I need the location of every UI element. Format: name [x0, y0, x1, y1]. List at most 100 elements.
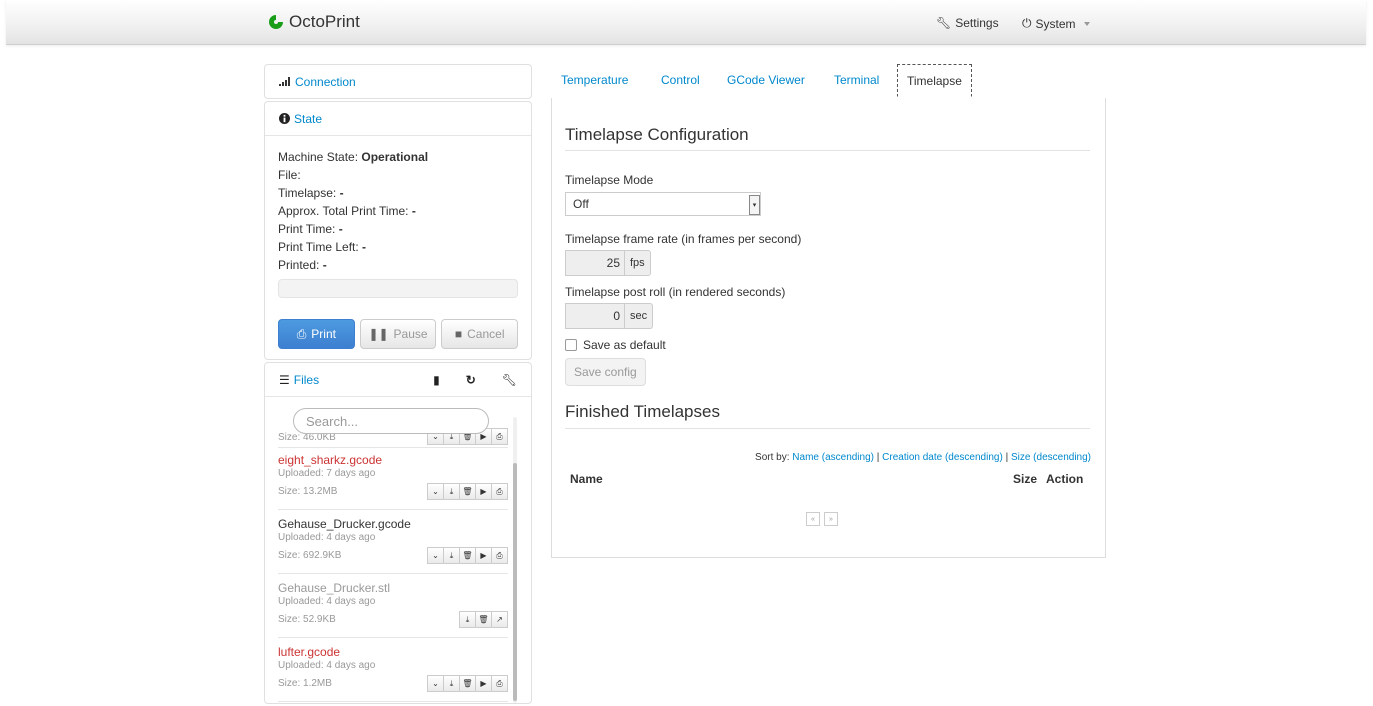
select-icon[interactable]: ⌄ [427, 675, 444, 692]
print-progress-bar [278, 279, 518, 298]
tab-temperature[interactable]: Temperature [561, 73, 628, 87]
connection-label: Connection [295, 74, 356, 89]
select-icon[interactable]: ⌄ [427, 547, 444, 564]
mode-label: Timelapse Mode [565, 173, 654, 187]
file-actions: ⤓ 🗑︎ ↗ [459, 611, 508, 628]
navbar: OctoPrint 🔧︎ Settings ⏻ System [6, 0, 1366, 45]
col-action: Action [1046, 472, 1084, 486]
caret-down-icon [1083, 22, 1090, 26]
postroll-label: Timelapse post roll (in rendered seconds… [565, 285, 786, 299]
files-panel: ☰ Files ▮ ↻ 🔧︎ Search... Size: 46.0KB ⌄ … [264, 362, 532, 704]
download-icon[interactable]: ⤓ [443, 483, 460, 500]
file-item[interactable]: eight_sharkz.gcode Uploaded: 7 days ago … [278, 449, 508, 510]
trash-icon[interactable]: 🗑︎ [475, 611, 492, 628]
download-icon[interactable]: ⤓ [443, 547, 460, 564]
print-icon[interactable]: ⎙ [491, 428, 508, 445]
files-heading: ☰ Files ▮ ↻ 🔧︎ [265, 363, 531, 396]
connection-panel: Connection [264, 64, 532, 99]
save-config-button[interactable]: Save config [565, 358, 646, 386]
file-actions: ⌄ ⤓ 🗑︎ ▶ ⎙ [427, 483, 508, 500]
wrench-icon: 🔧︎ [936, 16, 952, 30]
fps-input[interactable]: 25 [565, 250, 625, 276]
files-title[interactable]: ☰ Files [279, 373, 319, 387]
state-line-approx-time: Approx. Total Print Time: - [278, 204, 416, 218]
state-line-machine: Machine State: Operational [278, 150, 429, 164]
divider [565, 428, 1090, 429]
postroll-unit: sec [625, 303, 654, 329]
sidebar: Connection State Machine State: Operatio… [264, 64, 532, 706]
tab-control[interactable]: Control [661, 73, 700, 87]
pager-prev-button[interactable]: « [806, 512, 820, 526]
fps-input-group: 25 fps [565, 250, 651, 276]
settings-menu[interactable]: 🔧︎ Settings [936, 16, 999, 30]
state-line-time-left: Print Time Left: - [278, 240, 367, 254]
print-icon[interactable]: ⎙ [491, 483, 508, 500]
system-label: System [1035, 16, 1076, 31]
file-actions: ⌄ ⤓ 🗑︎ ▶ ⎙ [427, 547, 508, 564]
pause-button[interactable]: ❚❚ Pause [359, 319, 437, 349]
stop-icon: ■ [454, 327, 463, 341]
state-line-printed: Printed: - [278, 258, 327, 272]
cancel-button[interactable]: ■ Cancel [441, 319, 519, 349]
print-button[interactable]: ⎙ Print [278, 319, 355, 349]
state-line-file: File: [278, 168, 301, 182]
print-icon[interactable]: ⎙ [491, 547, 508, 564]
dropdown-arrow-icon: ▾ [749, 195, 760, 215]
settings-label: Settings [955, 16, 999, 30]
search-input[interactable]: Search... [293, 408, 489, 434]
postroll-input-group: 0 sec [565, 303, 654, 329]
list-icon: ☰ [279, 372, 290, 387]
info-circle-icon [279, 113, 290, 124]
sort-date-link[interactable]: Creation date (descending) [882, 452, 1003, 463]
scrollbar-thumb[interactable] [513, 463, 517, 701]
print-icon[interactable]: ⎙ [491, 675, 508, 692]
sort-by: Sort by: Name (ascending) | Creation dat… [755, 452, 1091, 463]
tab-timelapse[interactable]: Timelapse [897, 64, 972, 97]
state-body: Machine State: Operational File: Timelap… [265, 135, 531, 359]
mode-select[interactable]: Off ▾ [565, 192, 761, 216]
select-icon[interactable]: ⌄ [427, 483, 444, 500]
wrench-icon[interactable]: 🔧︎ [502, 373, 517, 387]
postroll-input[interactable]: 0 [565, 303, 625, 329]
folder-icon[interactable]: ▶ [475, 675, 492, 692]
files-list: Search... Size: 46.0KB ⌄ ⤓ 🗑︎ ▶ ⎙ eight_… [265, 396, 531, 703]
sort-size-link[interactable]: Size (descending) [1011, 452, 1091, 463]
print-icon: ⎙ [296, 327, 307, 341]
refresh-icon[interactable]: ↻ [466, 373, 476, 387]
fps-label: Timelapse frame rate (in frames per seco… [565, 232, 802, 246]
trash-icon[interactable]: 🗑︎ [459, 547, 476, 564]
file-item[interactable]: lufter.gcode Uploaded: 4 days ago Size: … [278, 639, 508, 702]
file-actions: ⌄ ⤓ 🗑︎ ▶ ⎙ [427, 675, 508, 692]
sort-name-link[interactable]: Name (ascending) [792, 452, 874, 463]
signal-icon [279, 77, 290, 86]
file-item[interactable]: Gehause_Drucker.gcode Uploaded: 4 days a… [278, 511, 508, 574]
trash-icon[interactable]: 🗑︎ [459, 675, 476, 692]
tab-terminal[interactable]: Terminal [834, 73, 879, 87]
file-upload-icon[interactable]: ▮ [433, 373, 440, 387]
download-icon[interactable]: ⤓ [443, 675, 460, 692]
folder-icon[interactable]: ▶ [475, 547, 492, 564]
connection-heading[interactable]: Connection [265, 65, 531, 98]
finished-title: Finished Timelapses [565, 402, 720, 421]
fps-unit: fps [625, 250, 651, 276]
timelapse-panel: Timelapse Configuration Timelapse Mode O… [551, 98, 1106, 558]
pager-next-button[interactable]: » [824, 512, 838, 526]
trash-icon[interactable]: 🗑︎ [459, 483, 476, 500]
system-menu[interactable]: ⏻ System [1022, 16, 1090, 31]
download-icon[interactable]: ⤓ [459, 611, 476, 628]
state-heading[interactable]: State [265, 102, 531, 135]
file-item[interactable]: Gehause_Drucker.stl Uploaded: 4 days ago… [278, 575, 508, 638]
print-controls: ⎙ Print ❚❚ Pause ■ Cancel [278, 319, 519, 349]
checkbox-box[interactable] [565, 339, 577, 351]
divider [565, 150, 1090, 151]
state-panel: State Machine State: Operational File: T… [264, 101, 532, 360]
state-line-timelapse: Timelapse: - [278, 186, 344, 200]
slice-icon[interactable]: ↗ [491, 611, 508, 628]
tab-gcode-viewer[interactable]: GCode Viewer [727, 73, 805, 87]
save-default-checkbox[interactable]: Save as default [565, 338, 666, 352]
power-icon: ⏻ [1022, 16, 1032, 30]
folder-icon[interactable]: ▶ [475, 483, 492, 500]
brand[interactable]: OctoPrint [268, 12, 360, 32]
state-label: State [294, 111, 323, 126]
main-tabs: Temperature Control GCode Viewer Termina… [551, 64, 1105, 99]
